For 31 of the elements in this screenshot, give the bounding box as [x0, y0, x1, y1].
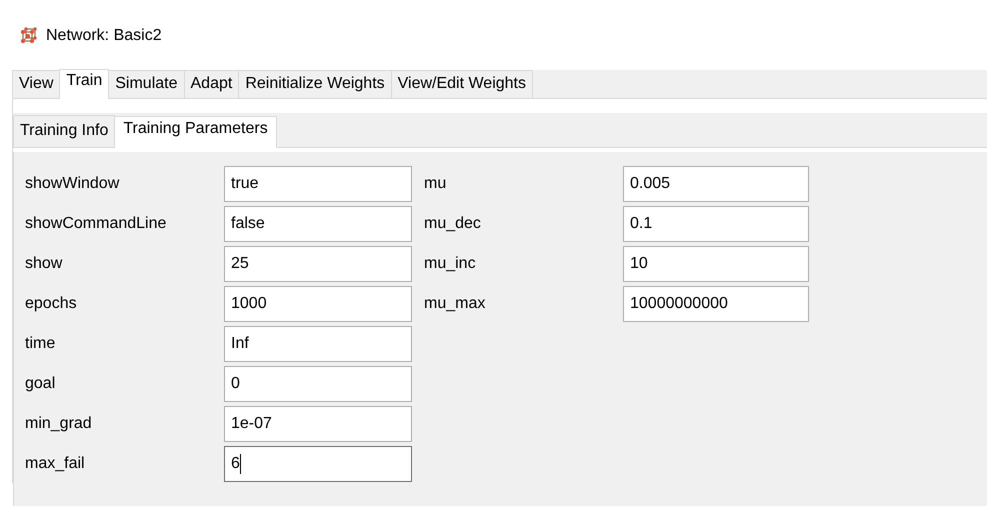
input-field[interactable]: false [224, 206, 412, 242]
tab[interactable]: View/Edit Weights [390, 70, 533, 98]
tab[interactable]: View [12, 70, 60, 98]
input-field[interactable]: Inf [224, 326, 412, 362]
tab[interactable]: Train [59, 69, 110, 99]
input-field[interactable]: 0.1 [623, 206, 809, 242]
input-field[interactable]: 10 [623, 246, 809, 282]
parameter-label: time [25, 335, 56, 353]
input-field[interactable]: 1000 [224, 286, 412, 322]
tab[interactable]: Training Info [13, 115, 116, 147]
input-field[interactable]: 1e-07 [224, 406, 412, 442]
parameter-label: min_grad [25, 415, 93, 433]
parameter-label: show [25, 255, 64, 273]
input-field[interactable]: 0.005 [623, 166, 809, 202]
parameter-label: showWindow [25, 175, 120, 193]
parameter-label: mu_max [424, 295, 486, 313]
tab[interactable]: Training Parameters [114, 116, 277, 148]
parameter-label: goal [25, 375, 56, 393]
input-field[interactable]: 6 [224, 446, 412, 482]
parameter-label: showCommandLine [25, 215, 168, 233]
parameter-label: mu [424, 175, 448, 193]
window-title: Network: Basic2 [46, 27, 162, 45]
network-icon [20, 27, 38, 45]
parameter-label: epochs [25, 295, 78, 313]
input-field[interactable]: true [224, 166, 412, 202]
parameter-label: mu_dec [424, 215, 482, 233]
input-field[interactable]: 0 [224, 366, 412, 402]
input-field[interactable]: 25 [224, 246, 412, 282]
input-field[interactable]: 10000000000 [623, 286, 809, 322]
parameter-label: mu_inc [424, 255, 477, 273]
parameter-label: max_fail [25, 455, 86, 473]
